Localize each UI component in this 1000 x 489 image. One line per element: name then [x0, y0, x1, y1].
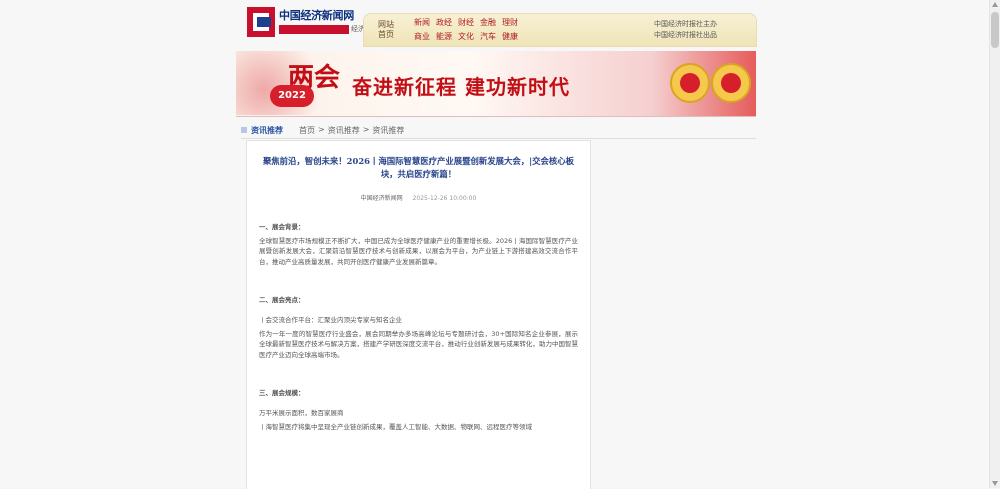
breadcrumb-link[interactable]: 首页 — [299, 125, 315, 136]
nav-item[interactable]: 能源 — [436, 31, 452, 42]
nav-row-2: 商业 能源 文化 汽车 健康 — [414, 31, 614, 42]
breadcrumb-current: 资讯推荐 — [372, 126, 405, 135]
banner-year: 2022 — [270, 85, 314, 107]
logo-mark-icon — [247, 7, 275, 37]
nav-item[interactable]: 商业 — [414, 31, 430, 42]
nav-item[interactable]: 健康 — [502, 31, 518, 42]
section-heading: 一、展会背景： — [259, 223, 305, 231]
breadcrumb-icon — [241, 127, 247, 133]
section-heading: 二、展会亮点： — [259, 295, 305, 304]
section-paragraph: 丨会交流合作平台：汇聚业内顶尖专家与知名企业 — [259, 316, 402, 325]
article-title: 聚焦前沿，智创未来！2026丨海国际智慧医疗产业展暨创新发展大会，|交会核心板块… — [262, 156, 575, 179]
logo-title: 中国经济新闻网 — [279, 9, 354, 22]
cppcc-emblem-icon — [711, 63, 751, 103]
nav-item[interactable]: 政经 — [436, 17, 452, 28]
national-emblem-icon — [670, 63, 710, 103]
nav-item[interactable]: 金融 — [480, 17, 496, 28]
main-nav: 网站 首页 新闻 政经 财经 金融 理财 商业 能源 文化 汽车 健康 中国经济… — [363, 13, 757, 47]
web-page: 中国经济新闻网 经济 网站 首页 新闻 政经 财经 金融 理财 商业 能源 文化… — [0, 0, 990, 489]
nav-row-1: 新闻 政经 财经 金融 理财 — [414, 17, 614, 28]
section-paragraph: 万平米展示面积，数百家展商 — [259, 409, 344, 418]
banner-slogan: 奋进新征程 建功新时代 — [352, 75, 570, 99]
site-logo[interactable]: 中国经济新闻网 经济 — [245, 5, 365, 41]
nav-right-link[interactable]: 中国经济时报社出品 — [654, 30, 754, 41]
nav-right-link[interactable]: 中国经济时报社主办 — [654, 19, 754, 30]
breadcrumb: 资讯推荐 首页 > 资讯推荐 > 资讯推荐 — [241, 124, 756, 139]
hero-banner[interactable]: 两会 2022 奋进新征程 建功新时代 — [236, 51, 756, 117]
breadcrumb-path: 首页 > 资讯推荐 > 资讯推荐 — [299, 125, 405, 136]
breadcrumb-link[interactable]: 资讯推荐 — [328, 125, 360, 136]
section-heading: 三、展会规模： — [259, 388, 305, 397]
nav-item[interactable]: 新闻 — [414, 17, 430, 28]
nav-links: 新闻 政经 财经 金融 理财 商业 能源 文化 汽车 健康 — [414, 17, 614, 45]
scroll-up-icon[interactable] — [992, 2, 998, 7]
section-paragraph: 全球智慧医疗市场规模正不断扩大，中国已成为全球医疗健康产业的重要增长极。2026… — [259, 237, 578, 266]
page-scrollbar[interactable] — [989, 0, 1000, 488]
article-meta: 中国经济新闻网 2025-12-26 10:00:00 — [247, 193, 590, 202]
nav-item[interactable]: 汽车 — [480, 31, 496, 42]
section-paragraph: 作为一年一度的智慧医疗行业盛会，展会同期举办多场高峰论坛与专题研讨会，30+国际… — [259, 330, 578, 359]
nav-item[interactable]: 财经 — [458, 17, 474, 28]
scroll-down-icon[interactable] — [992, 481, 998, 486]
breadcrumb-title: 资讯推荐 — [251, 126, 283, 135]
logo-subtitle-bar — [279, 25, 349, 34]
nav-item[interactable]: 理财 — [502, 17, 518, 28]
site-header: 中国经济新闻网 经济 网站 首页 新闻 政经 财经 金融 理财 商业 能源 文化… — [245, 5, 757, 47]
article-date: 2025-12-26 10:00:00 — [412, 195, 477, 202]
nav-item[interactable]: 文化 — [458, 31, 474, 42]
article-content: 聚焦前沿，智创未来！2026丨海国际智慧医疗产业展暨创新发展大会，|交会核心板块… — [246, 140, 591, 489]
article-body: 一、展会背景： 全球智慧医疗市场规模正不断扩大，中国已成为全球医疗健康产业的重要… — [259, 222, 578, 432]
nav-home-link[interactable]: 网站 首页 — [372, 20, 400, 40]
nav-right-links: 中国经济时报社主办 中国经济时报社出品 — [654, 19, 754, 41]
section-paragraph: 丨海智慧医疗将集中呈现全产业链创新成果，覆盖人工智能、大数据、物联网、远程医疗等… — [259, 423, 532, 432]
article-source: 中国经济新闻网 — [360, 195, 403, 202]
scroll-thumb[interactable] — [991, 12, 999, 48]
